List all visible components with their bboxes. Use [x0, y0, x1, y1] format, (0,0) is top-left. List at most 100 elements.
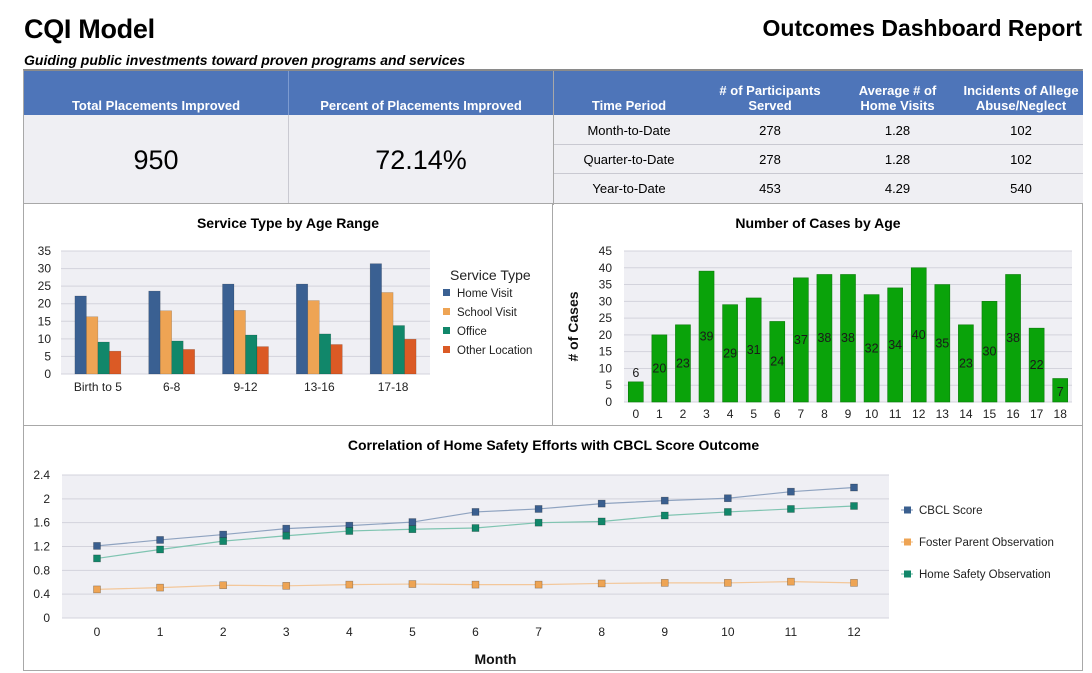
data-point [724, 508, 732, 516]
data-point [282, 582, 291, 590]
kpi-value: 950 [133, 145, 179, 175]
legend-label: Office [457, 326, 487, 338]
data-point [597, 517, 606, 526]
bar-other-location [404, 338, 417, 375]
table-row: Year-to-Date 453 4.29 540 [554, 173, 1083, 202]
table-row: Month-to-Date 278 1.28 102 [554, 115, 1083, 144]
data-point [282, 531, 291, 540]
legend-swatch [904, 570, 911, 578]
data-point [850, 502, 858, 510]
kpi-percent-placements: Percent of Placements Improved 72.14% [289, 71, 553, 203]
y-tick-label: 0 [43, 611, 50, 625]
y-tick-label: 45 [599, 244, 613, 258]
legend-label: Foster Parent Observation [919, 537, 1054, 549]
x-tick-label: 11 [889, 407, 902, 421]
data-label: 20 [652, 361, 666, 375]
x-tick-label: 7 [535, 625, 542, 639]
x-tick-label: 12 [912, 407, 926, 421]
data-point [597, 579, 606, 588]
legend-label: Home Safety Observation [919, 569, 1051, 581]
x-tick-label: 11 [785, 625, 798, 639]
data-label: 32 [865, 341, 879, 355]
data-label: 7 [1057, 385, 1064, 399]
table-cell: 4.29 [884, 181, 911, 196]
x-tick-label: 4 [346, 625, 353, 639]
legend-label: Home Visit [457, 288, 513, 300]
table-cell: 102 [1010, 152, 1032, 167]
panel-divider [24, 203, 1083, 204]
x-tick-label: 13-16 [304, 380, 335, 394]
chart-cases-by-age: 0510152025303540456020123239329431524637… [565, 244, 1072, 421]
bar-office [245, 334, 258, 375]
y-tick-label: 35 [599, 278, 613, 292]
column-header-line: # of Participants [719, 83, 821, 98]
column-header-line: Time Period [591, 98, 667, 113]
kpi-total-placements: Total Placements Improved 950 [24, 71, 288, 203]
table-column-header: Average # of Home Visits [836, 83, 959, 113]
data-point [471, 524, 480, 532]
row-divider [554, 173, 1083, 174]
legend-swatch [443, 289, 450, 296]
bar-school-visit [307, 300, 320, 375]
legend-swatch [443, 346, 450, 353]
x-tick-label: 15 [983, 407, 997, 421]
data-point [724, 494, 732, 503]
data-point [534, 518, 543, 527]
x-tick-label: 5 [409, 625, 416, 639]
x-tick-label: 18 [1054, 407, 1068, 421]
table-column-header: Time Period [554, 98, 704, 113]
x-tick-label: 6-8 [163, 380, 181, 394]
chart-cbcl-correlation: 00.40.81.21.622.40 1 2 3 4 5 6 7 8 9 10 11 12MonthCB… [33, 468, 1054, 667]
data-label: 37 [794, 333, 808, 347]
x-tick-label: 9-12 [233, 380, 257, 394]
legend-swatch [443, 327, 450, 334]
data-point [850, 579, 858, 587]
bar-school-visit [381, 292, 394, 375]
x-tick-label: 17 [1030, 407, 1044, 421]
kpi-label: Percent of Placements Improved [320, 98, 522, 113]
data-label: 34 [888, 338, 902, 352]
table-column-header: # of Participants Served [704, 83, 836, 113]
table-cell: 278 [759, 123, 781, 138]
data-label: 29 [723, 346, 737, 360]
y-tick-label: 0.8 [33, 563, 50, 577]
y-tick-label: 20 [599, 328, 613, 342]
y-tick-label: 1.2 [33, 540, 50, 554]
summary-table: Time Period # of Participants Served Averag… [553, 71, 1083, 205]
column-header-line: Incidents of Allege [963, 83, 1079, 98]
data-point [93, 542, 101, 550]
x-tick-label: 6 [774, 407, 781, 421]
bar-other-location [109, 350, 122, 375]
data-point [93, 585, 101, 594]
data-label: 31 [747, 343, 761, 357]
table-cell: Year-to-Date [592, 181, 666, 196]
data-point [534, 505, 543, 513]
bar-other-location [182, 349, 195, 375]
y-tick-label: 2 [43, 492, 50, 506]
data-point [787, 505, 795, 513]
x-tick-label: 6 [472, 625, 479, 639]
x-tick-label: 9 [661, 625, 668, 639]
data-point [408, 518, 417, 526]
data-label: 23 [959, 356, 973, 370]
x-tick-label: 4 [727, 407, 734, 421]
data-point [471, 508, 480, 516]
table-column-header: Incidents of Allege Abuse/Neglect [959, 83, 1083, 113]
data-point [156, 536, 164, 544]
row-divider [554, 144, 1083, 145]
kpi-label: Total Placements Improved [71, 98, 241, 113]
bar-other-location [256, 346, 269, 375]
data-point [787, 577, 795, 586]
x-tick-label: 1 [656, 407, 663, 421]
data-label: 38 [841, 331, 855, 345]
bar-home-visit [148, 290, 161, 375]
y-tick-label: 15 [599, 345, 613, 359]
table-cell: 102 [1010, 123, 1032, 138]
legend-title: Service Type [450, 267, 531, 283]
x-tick-label: 8 [598, 625, 605, 639]
bar-office [319, 333, 332, 375]
data-point [408, 525, 417, 534]
data-point [787, 487, 795, 496]
chart-service-type: 0 5 10 15 20 25 30 35 Birth to 5 6-8 9-12 13-16 17-1… [38, 244, 533, 394]
data-point [850, 483, 858, 492]
